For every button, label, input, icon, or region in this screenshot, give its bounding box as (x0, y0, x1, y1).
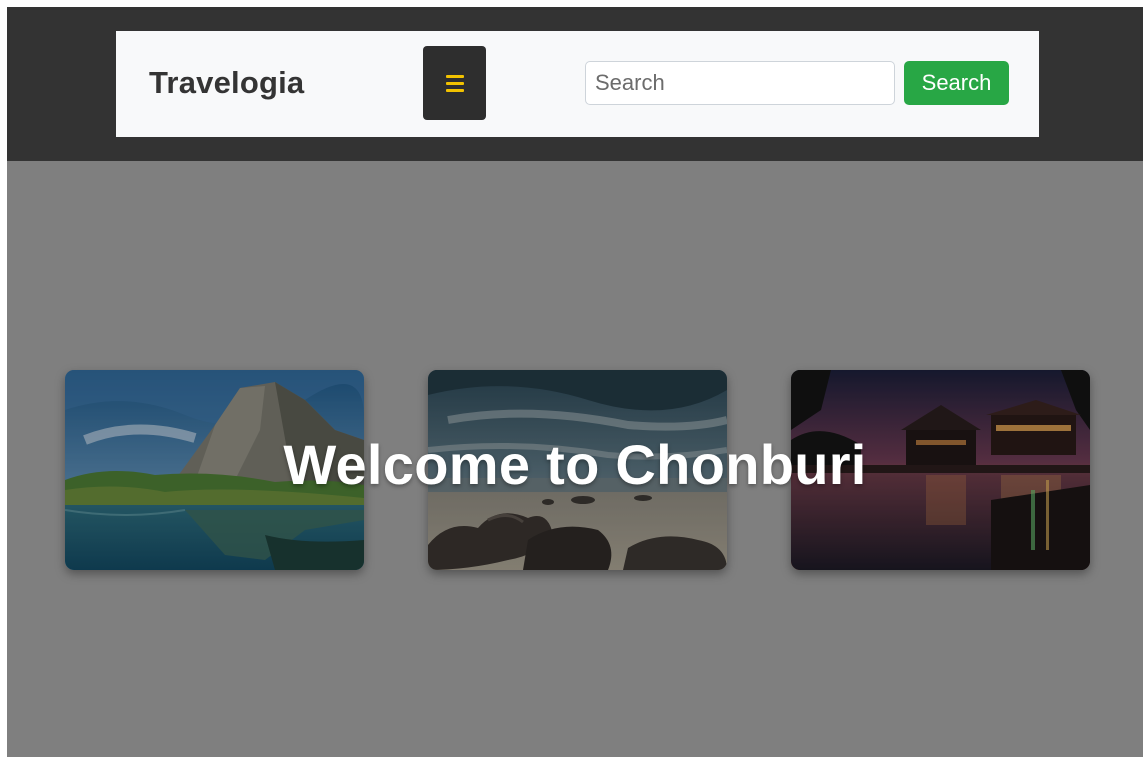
menu-toggle-button[interactable] (423, 46, 486, 120)
hero-title: Welcome to Chonburi (283, 433, 867, 496)
navbar: Travelogia Search (116, 31, 1039, 137)
brand-logo-text[interactable]: Travelogia (149, 65, 304, 101)
search-input[interactable] (585, 61, 895, 105)
page-frame: Travelogia Search Search Welcome to Chon… (7, 7, 1143, 757)
search-button[interactable]: Search (904, 61, 1009, 105)
top-header-bar: Travelogia Search (7, 7, 1143, 161)
hamburger-menu-icon (445, 74, 464, 92)
